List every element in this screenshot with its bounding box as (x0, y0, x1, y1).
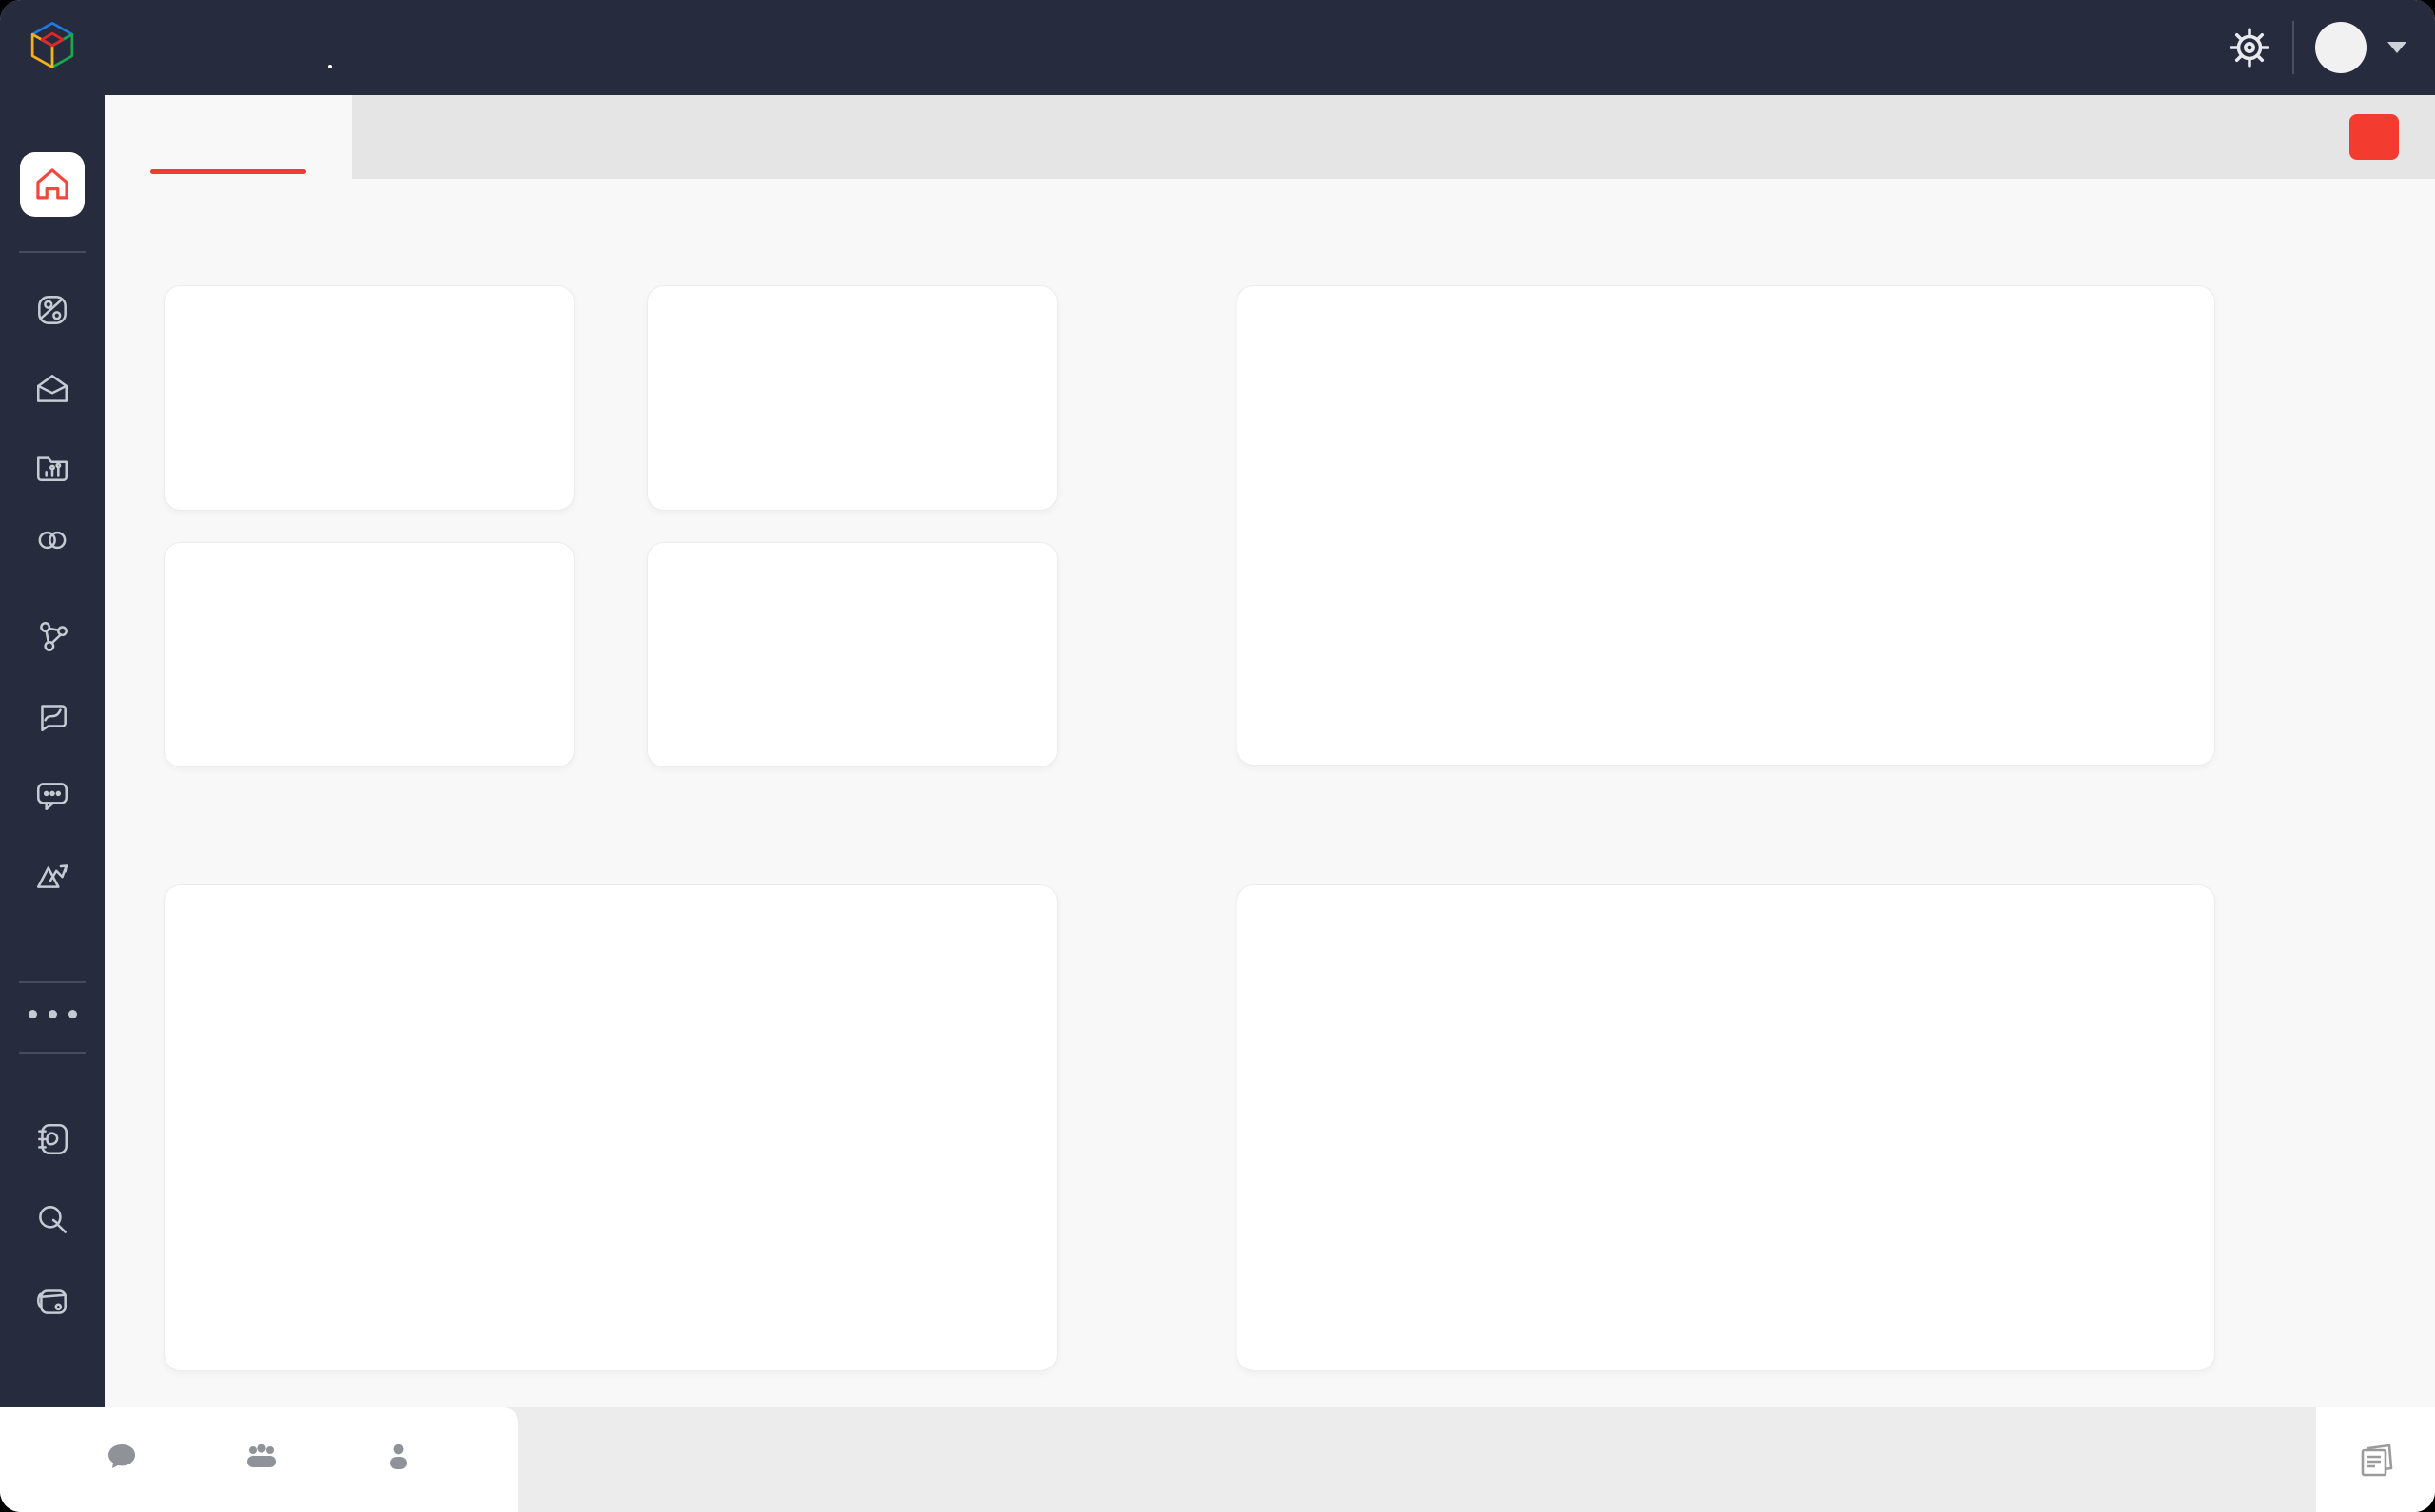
chats-tab[interactable] (106, 1443, 138, 1477)
link-loops-icon (38, 531, 67, 550)
legend-leads-to-new-customer[interactable] (1757, 705, 1786, 721)
legend-forecast-cash-flow[interactable] (641, 1313, 671, 1329)
topbar-right (2228, 0, 2406, 95)
ellipsis-icon (28, 1010, 77, 1018)
briefcase-icon (37, 1289, 67, 1314)
sidebar-app-mail[interactable] (0, 370, 105, 408)
copy-pages-icon (2361, 1444, 2392, 1477)
cash-line-swatch (952, 940, 986, 945)
hr-legend (1237, 1308, 2214, 1325)
app-window (0, 0, 2435, 1512)
nav-active-underline (328, 65, 332, 68)
sidebar-divider (19, 251, 86, 253)
people-group-icon (246, 1444, 276, 1467)
red-dot-swatch (1757, 1308, 1773, 1325)
search-icon (39, 1206, 67, 1233)
tab-productivity[interactable] (352, 95, 609, 179)
notebook-icon (38, 1124, 68, 1154)
legend-attrition-rate[interactable] (1757, 1308, 1786, 1325)
kpi-card-net-cancellation (647, 542, 1058, 767)
marketing-legend (1237, 705, 2214, 721)
person-icon (390, 1444, 408, 1469)
sidebar-app-connect[interactable] (0, 618, 105, 656)
finance-chart-card (164, 884, 1058, 1371)
kpi-card-net-mrr (164, 542, 575, 767)
chat-tabs-panel (0, 1407, 518, 1512)
kpi-card-new-revenue (647, 285, 1058, 511)
kpi-card-new-customers (164, 285, 575, 511)
blue-swatch (1666, 705, 1683, 721)
hr-chart (1237, 885, 2214, 1370)
new-dashboard-button[interactable] (2349, 114, 2399, 160)
legend-cac[interactable] (2091, 334, 2138, 339)
network-icon (40, 622, 68, 651)
topbar-divider (2292, 21, 2294, 74)
finance-legend (165, 1313, 1057, 1329)
legend-cash-flow[interactable] (551, 1313, 580, 1329)
teal-dot-swatch (1666, 1308, 1683, 1325)
chat-dots-icon (37, 783, 68, 810)
orange-swatch (1757, 705, 1773, 721)
contacts-tab[interactable] (384, 1443, 413, 1477)
finance-chart (165, 885, 1057, 1370)
chat-bubble-icon (107, 1444, 135, 1468)
crm-icon (38, 296, 67, 324)
sidebar-divider (19, 981, 86, 983)
tab-my-dashboard[interactable] (105, 95, 352, 179)
smart-chat-bar (0, 1407, 2435, 1512)
nav-getting-started[interactable] (418, 34, 421, 61)
home-icon (36, 168, 68, 200)
chevron-down-icon[interactable] (2387, 42, 2406, 53)
active-tab-underline (150, 169, 306, 174)
marketing-chart (1237, 286, 2214, 765)
smart-chat-input[interactable] (518, 1407, 2316, 1512)
sidebar-app-analytics[interactable] (0, 856, 105, 894)
legend-mql-to-sql[interactable] (1666, 705, 1696, 721)
sidebar-app-sign[interactable] (0, 697, 105, 735)
marketing-chart-card (1237, 285, 2215, 766)
sidebar-app-briefcase[interactable] (0, 1282, 105, 1320)
avatar[interactable] (2315, 22, 2367, 73)
sidebar-more-button[interactable] (0, 1010, 105, 1018)
sign-gesture-icon (41, 705, 67, 731)
brand (25, 17, 103, 72)
topbar (0, 0, 2435, 95)
green-swatch (551, 1313, 567, 1329)
analytics-mountain-icon (37, 864, 68, 888)
dashboard-tabstrip (105, 95, 2435, 179)
legend-hiring-rate[interactable] (1666, 1308, 1696, 1325)
clipboard-button[interactable] (2316, 1407, 2435, 1512)
sidebar-app-notebook[interactable] (0, 1120, 105, 1158)
sidebar-app-cliq[interactable] (0, 776, 105, 814)
sidebar-divider (19, 1052, 86, 1054)
hr-chart-card (1237, 884, 2215, 1371)
cac-line-swatch (2091, 334, 2125, 339)
sidebar-app-workdrive[interactable] (0, 447, 105, 485)
nav-home[interactable] (328, 34, 332, 68)
tab-collaboration[interactable] (609, 95, 875, 179)
sidebar-home-button[interactable] (20, 152, 85, 217)
sidebar-app-crm[interactable] (0, 291, 105, 329)
folder-chart-icon (37, 456, 68, 481)
legend-cash-line[interactable] (952, 940, 1000, 945)
mail-icon (37, 375, 68, 402)
gear-icon[interactable] (2228, 26, 2271, 69)
zoho-cube-logo-icon (30, 21, 74, 68)
channels-tab[interactable] (244, 1443, 280, 1477)
sidebar-search-zia[interactable] (0, 1201, 105, 1239)
sidebar (0, 95, 105, 1407)
top-nav (328, 0, 421, 95)
orange-swatch (641, 1313, 657, 1329)
sidebar-app-flow[interactable] (0, 521, 105, 559)
